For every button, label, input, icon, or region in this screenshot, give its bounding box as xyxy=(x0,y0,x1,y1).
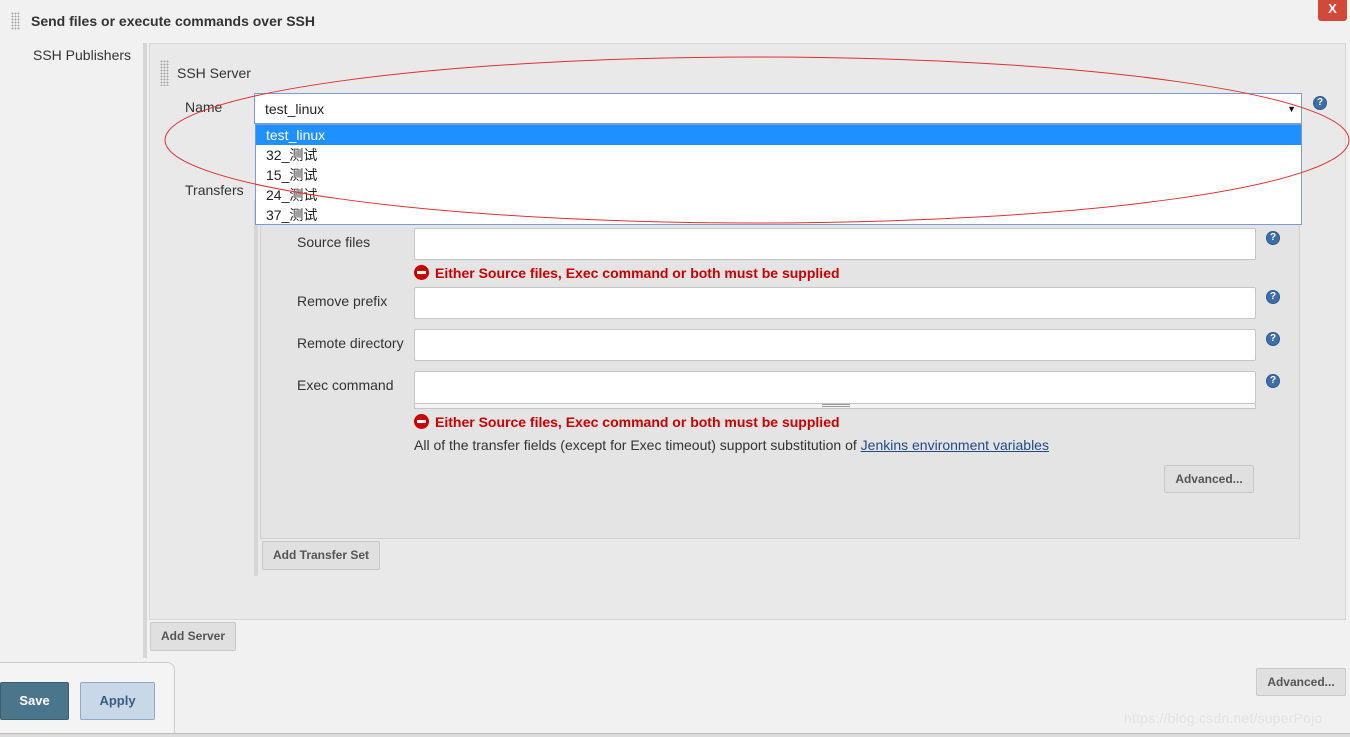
env-vars-link[interactable]: Jenkins environment variables xyxy=(861,437,1049,453)
source-files-input[interactable] xyxy=(414,228,1256,260)
exec-command-textarea[interactable] xyxy=(414,371,1256,404)
help-icon[interactable]: ? xyxy=(1266,374,1280,388)
ssh-publishers-label: SSH Publishers xyxy=(33,47,132,63)
dropdown-option[interactable]: 32_测试 xyxy=(256,145,1301,165)
help-icon[interactable]: ? xyxy=(1266,290,1280,304)
error-icon xyxy=(414,414,429,429)
dropdown-option[interactable]: 15_测试 xyxy=(256,165,1301,185)
source-files-error: Either Source files, Exec command or bot… xyxy=(414,265,840,281)
substitution-text: All of the transfer fields (except for E… xyxy=(414,437,861,453)
help-icon[interactable]: ? xyxy=(1266,332,1280,346)
error-icon xyxy=(414,265,429,280)
transfer-set-divider xyxy=(254,200,258,576)
exec-command-label: Exec command xyxy=(297,377,394,393)
error-message: Either Source files, Exec command or bot… xyxy=(435,265,840,281)
name-label: Name xyxy=(185,99,223,115)
substitution-note: All of the transfer fields (except for E… xyxy=(414,437,1049,453)
remove-prefix-label: Remove prefix xyxy=(297,293,388,309)
section-title: Send files or execute commands over SSH xyxy=(31,13,315,29)
watermark: https://blog.csdn.net/superPojo xyxy=(1124,710,1323,726)
remote-directory-input[interactable] xyxy=(414,329,1256,361)
add-server-button[interactable]: Add Server xyxy=(150,622,236,651)
server-name-dropdown: test_linux 32_测试 15_测试 24_测试 37_测试 xyxy=(255,124,1302,225)
help-icon[interactable]: ? xyxy=(1313,96,1327,110)
server-name-select[interactable]: test_linux ▼ xyxy=(254,93,1302,124)
close-button[interactable]: X xyxy=(1318,0,1347,21)
chevron-down-icon: ▼ xyxy=(1287,104,1296,114)
dropdown-option[interactable]: 37_测试 xyxy=(256,205,1301,225)
remove-prefix-input[interactable] xyxy=(414,287,1256,319)
error-message: Either Source files, Exec command or bot… xyxy=(435,414,840,430)
bottom-edge xyxy=(0,733,1350,737)
transfers-label: Transfers xyxy=(185,182,244,198)
dropdown-option[interactable]: 24_测试 xyxy=(256,185,1301,205)
ssh-server-title: SSH Server xyxy=(177,65,251,81)
help-icon[interactable]: ? xyxy=(1266,231,1280,245)
textarea-resize-handle[interactable] xyxy=(414,404,1256,409)
section-divider xyxy=(143,43,147,658)
advanced-button[interactable]: Advanced... xyxy=(1256,668,1346,696)
dropdown-option[interactable]: test_linux xyxy=(256,125,1301,145)
transfer-advanced-button[interactable]: Advanced... xyxy=(1164,465,1254,493)
drag-handle-icon[interactable] xyxy=(11,12,20,30)
selected-server-value: test_linux xyxy=(265,101,325,117)
drag-handle-icon[interactable] xyxy=(160,60,169,86)
exec-command-error: Either Source files, Exec command or bot… xyxy=(414,414,840,430)
apply-button[interactable]: Apply xyxy=(80,682,155,720)
source-files-label: Source files xyxy=(297,234,371,250)
remote-directory-label: Remote directory xyxy=(297,335,404,351)
save-button[interactable]: Save xyxy=(0,682,69,720)
add-transfer-set-button[interactable]: Add Transfer Set xyxy=(262,541,380,570)
